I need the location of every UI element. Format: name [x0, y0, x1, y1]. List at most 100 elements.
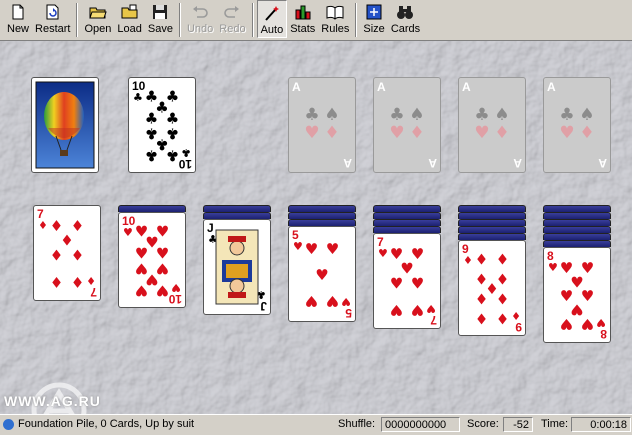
face-down-card	[373, 226, 441, 233]
face-down-card	[543, 226, 611, 233]
resize-icon	[366, 4, 382, 20]
new-label: New	[7, 23, 30, 35]
open-folder-icon	[89, 7, 107, 19]
card-suit-index: ♥	[426, 302, 436, 315]
rules-book-icon	[326, 5, 344, 20]
card-suit-index: ♦	[38, 219, 48, 232]
card-suit-index: ♣	[181, 146, 191, 159]
undo-button[interactable]: Undo	[184, 0, 216, 38]
card-pip: ♦	[71, 273, 84, 291]
time-label: Time:	[541, 418, 569, 430]
face-down-card	[288, 212, 356, 219]
tableau-top-card[interactable]: 7 ♦ 7 ♦ ♦ ♦ ♦ ♦ ♦ ♦ ♦	[33, 205, 101, 301]
placeholder-suit: ♠	[494, 105, 509, 125]
magic-wand-icon	[265, 6, 279, 21]
load-button[interactable]: Load	[114, 0, 144, 38]
status-bar: Foundation Pile, 0 Cards, Up by suit Shu…	[0, 414, 632, 435]
placeholder-letter: A	[343, 156, 352, 170]
placeholder-suit: ♦	[324, 123, 339, 143]
card-pip: ♥	[326, 292, 339, 310]
toolbar-separator	[355, 3, 358, 37]
stats-label: Stats	[290, 23, 316, 35]
cards-button[interactable]: Cards	[388, 0, 423, 38]
card-pip: ♥	[315, 266, 328, 284]
size-label: Size	[363, 23, 385, 35]
card-face: J♣J♣	[207, 221, 267, 313]
undo-label: Undo	[186, 23, 214, 35]
face-down-card	[543, 212, 611, 219]
toolbar-separator	[178, 3, 181, 37]
auto-button[interactable]: Auto	[256, 0, 288, 38]
tableau-top-card[interactable]: 9 ♦ 9 ♦ ♦ ♦ ♦ ♦ ♦ ♦ ♦ ♦ ♦	[458, 240, 526, 336]
face-down-card	[458, 205, 526, 212]
card-face: 9♦9♦♦ ♦♦ ♦♦♦ ♦♦ ♦	[462, 242, 522, 334]
tableau-top-card[interactable]: J ♣ J ♣	[203, 219, 271, 315]
foundation-slot[interactable]: A A ♣ ♠ ♥ ♦	[543, 77, 611, 173]
placeholder-suit: ♠	[409, 105, 424, 125]
card-pip: ♥	[560, 315, 573, 333]
load-label: Load	[117, 23, 142, 35]
auto-label: Auto	[260, 24, 284, 36]
placeholder-suit: ♠	[324, 105, 339, 125]
size-button[interactable]: Size	[360, 0, 387, 38]
rules-label: Rules	[321, 23, 350, 35]
card-pip: ♥	[156, 282, 169, 300]
open-button[interactable]: Open	[81, 0, 114, 38]
new-button[interactable]: New	[4, 0, 32, 38]
card-pip: ♦	[496, 250, 509, 268]
redo-button[interactable]: Redo	[216, 0, 248, 38]
placeholder-suit: ♣	[559, 105, 574, 125]
placeholder-suit: ♠	[579, 105, 594, 125]
save-button[interactable]: Save	[145, 0, 176, 38]
foundation-placeholder: AA♣ ♠♥ ♦	[377, 80, 437, 170]
toolbar-separator	[251, 3, 254, 37]
status-message: Foundation Pile, 0 Cards, Up by suit	[18, 418, 195, 430]
jack-robe-trim	[226, 264, 248, 278]
face-down-card	[118, 205, 186, 212]
face-down-card	[373, 219, 441, 226]
redo-label: Redo	[219, 23, 246, 35]
card-face: 8♥8♥♥ ♥♥♥ ♥♥♥ ♥	[547, 249, 607, 341]
shuffle-label: Shuffle:	[338, 418, 376, 430]
restart-icon	[46, 4, 59, 20]
game-table: 10 ♣ 10 ♣ ♣ ♣ ♣ ♣ ♣ ♣ ♣ ♣ ♣ ♣ A A ♣ ♠ ♥ ♦ A A ♣ ♠ ♥ ♦ A A ♣ ♠ ♥ ♦ A A ♣ ♠ ♥…	[0, 41, 632, 414]
card-suit-index: ♦	[463, 254, 473, 267]
card-face: 7♦7♦♦ ♦♦♦ ♦♦ ♦	[37, 207, 97, 299]
card-pip: ♦	[50, 273, 63, 291]
foundation-slot[interactable]: A A ♣ ♠ ♥ ♦	[288, 77, 356, 173]
card-pip: ♦	[496, 310, 509, 328]
face-down-card	[543, 219, 611, 226]
ten-of-clubs-face: 10♣10♣♣ ♣♣♣ ♣♣ ♣♣♣ ♣	[132, 79, 192, 171]
foundation-placeholder: AA♣ ♠♥ ♦	[292, 80, 352, 170]
toolbar-separator	[76, 3, 79, 37]
card-suit-index: ♦	[511, 309, 521, 322]
tableau-top-card[interactable]: 8 ♥ 8 ♥ ♥ ♥ ♥ ♥ ♥ ♥ ♥ ♥	[543, 247, 611, 343]
card-pip: ♥	[581, 315, 594, 333]
floppy-disk-icon	[153, 5, 168, 19]
restart-button[interactable]: Restart	[32, 0, 73, 38]
rules-button[interactable]: Rules	[318, 0, 352, 38]
foundation-slot[interactable]: A A ♣ ♠ ♥ ♦	[373, 77, 441, 173]
stats-button[interactable]: Stats	[287, 0, 318, 38]
load-folder-icon	[121, 4, 138, 19]
foundation-placeholder: AA♣ ♠♥ ♦	[547, 80, 607, 170]
face-down-card	[543, 205, 611, 212]
card-pip: ♥	[135, 282, 148, 300]
jack-face	[229, 240, 245, 256]
tableau-top-card[interactable]: 7 ♥ 7 ♥ ♥ ♥ ♥ ♥ ♥ ♥ ♥	[373, 233, 441, 329]
placeholder-suit: ♦	[579, 123, 594, 143]
new-page-icon	[12, 4, 24, 20]
face-down-card	[543, 233, 611, 240]
tableau-top-card[interactable]: 10 ♥ 10 ♥ ♥ ♥ ♥ ♥ ♥ ♥ ♥ ♥ ♥ ♥	[118, 212, 186, 308]
waste-pile-card[interactable]: 10 ♣ 10 ♣ ♣ ♣ ♣ ♣ ♣ ♣ ♣ ♣ ♣ ♣	[128, 77, 196, 173]
face-down-card	[458, 212, 526, 219]
face-down-card	[288, 219, 356, 226]
placeholder-suit: ♥	[474, 123, 489, 143]
card-pip: ♦	[50, 246, 63, 264]
stock-pile[interactable]	[31, 77, 99, 173]
card-pip: ♦	[475, 290, 488, 308]
foundation-slot[interactable]: A A ♣ ♠ ♥ ♦	[458, 77, 526, 173]
face-down-card	[458, 233, 526, 240]
card-suit-index: ♥	[596, 316, 606, 329]
tableau-top-card[interactable]: 5 ♥ 5 ♥ ♥ ♥ ♥ ♥ ♥	[288, 226, 356, 322]
